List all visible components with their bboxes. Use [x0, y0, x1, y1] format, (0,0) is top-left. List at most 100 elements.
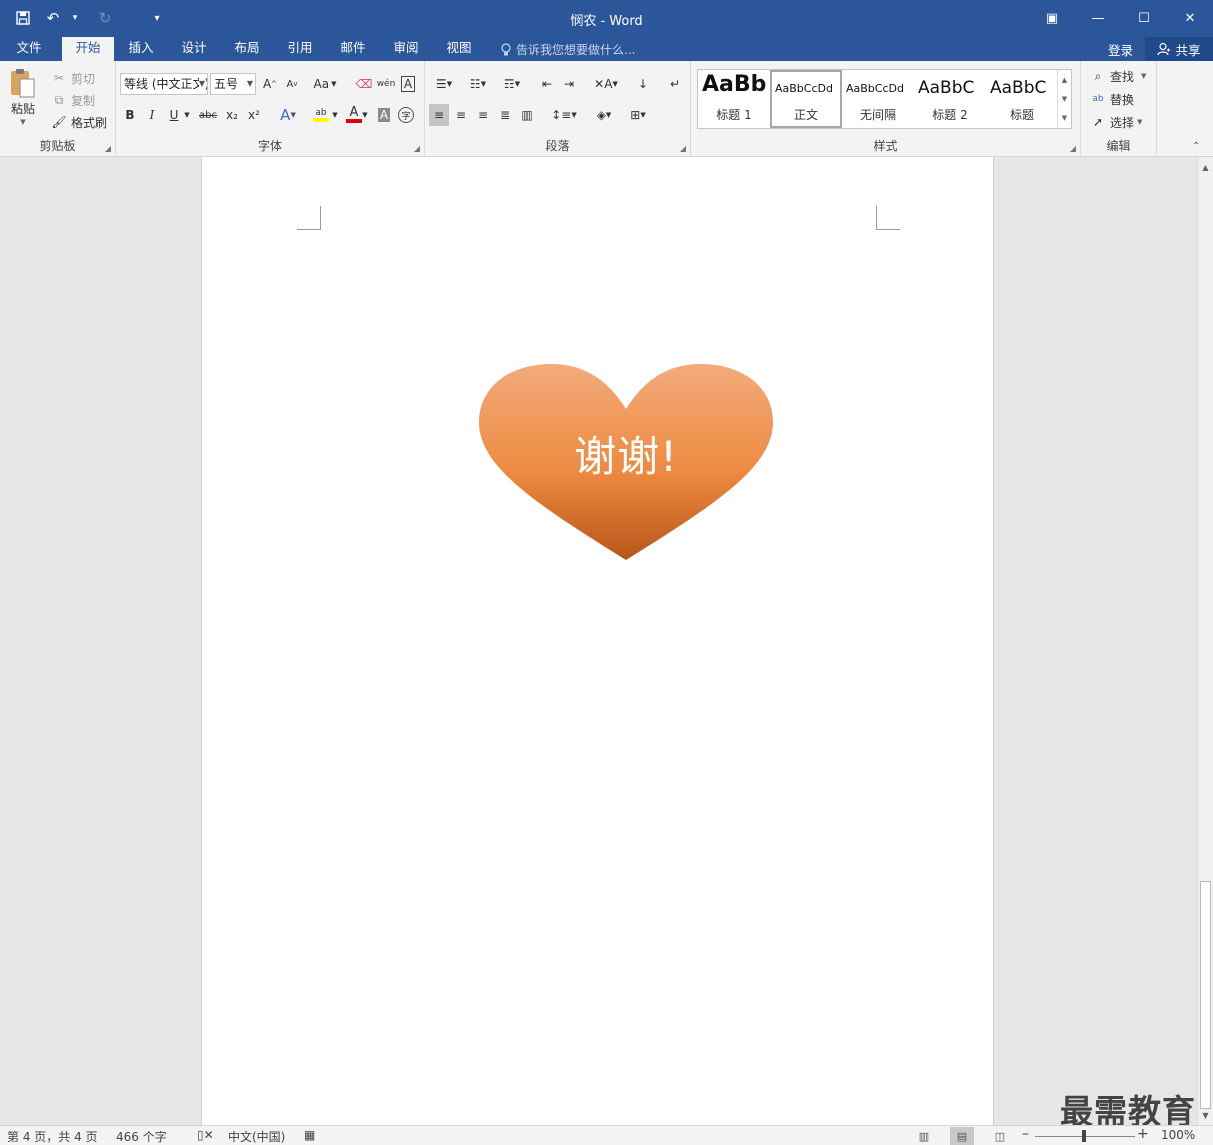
- word-count[interactable]: 466 个字: [116, 1128, 167, 1145]
- tab-review[interactable]: 审阅: [380, 37, 432, 61]
- find-button[interactable]: ⌕ 查找 ▼: [1089, 67, 1147, 85]
- tab-layout[interactable]: 布局: [221, 37, 273, 61]
- align-right-button[interactable]: ≡: [473, 104, 493, 126]
- tab-design[interactable]: 设计: [168, 37, 220, 61]
- close-button[interactable]: ✕: [1167, 0, 1213, 37]
- style-no-spacing[interactable]: AaBbCcDd 无间隔: [842, 70, 914, 128]
- select-button[interactable]: ➚ 选择 ▼: [1089, 113, 1142, 131]
- line-spacing-button[interactable]: ↕≡ ▼: [549, 104, 579, 126]
- scroll-up-arrow[interactable]: ▲: [1198, 159, 1213, 175]
- show-marks-button[interactable]: ↵: [665, 73, 685, 95]
- distributed-button[interactable]: ▥: [517, 104, 537, 126]
- font-color-menu-button[interactable]: ▼: [360, 104, 370, 126]
- zoom-out-button[interactable]: –: [1022, 1126, 1029, 1142]
- replace-button[interactable]: ab 替换: [1089, 90, 1134, 108]
- clear-formatting-button[interactable]: ⌫: [354, 73, 374, 95]
- tell-me-box[interactable]: 告诉我您想要做什么...: [500, 41, 635, 58]
- underline-button[interactable]: U: [164, 104, 184, 126]
- strikethrough-button[interactable]: abc: [196, 104, 220, 126]
- align-right-icon: ≡: [477, 108, 489, 122]
- grow-font-icon: A: [262, 77, 272, 91]
- bullets-button[interactable]: ☰ ▼: [429, 73, 459, 95]
- italic-button[interactable]: I: [142, 104, 162, 126]
- web-layout-button[interactable]: ◫: [988, 1127, 1012, 1145]
- increase-indent-button[interactable]: ⇥: [559, 73, 579, 95]
- dialog-launcher-icon[interactable]: ◢: [680, 144, 686, 153]
- decrease-indent-button[interactable]: ⇤: [537, 73, 557, 95]
- tab-view[interactable]: 视图: [433, 37, 485, 61]
- login-link[interactable]: 登录: [1108, 40, 1133, 59]
- text-effects-button[interactable]: A ▼: [274, 104, 302, 126]
- copy-button[interactable]: ⧉ 复制: [50, 91, 95, 109]
- print-layout-button[interactable]: ▤: [950, 1127, 974, 1145]
- paste-button[interactable]: 粘贴 ▼: [8, 67, 38, 126]
- shrink-font-button[interactable]: Av: [282, 73, 302, 95]
- zoom-in-button[interactable]: +: [1137, 1126, 1149, 1142]
- scroll-down-arrow[interactable]: ▼: [1198, 1107, 1213, 1123]
- grow-font-button[interactable]: A ^: [260, 73, 280, 95]
- language-status[interactable]: 中文(中国): [228, 1128, 285, 1145]
- align-center-button[interactable]: ≡: [451, 104, 471, 126]
- dialog-launcher-icon[interactable]: ◢: [1070, 144, 1076, 153]
- style-title[interactable]: AaBbC 标题: [986, 70, 1058, 128]
- proofing-icon[interactable]: ▯✕: [197, 1128, 214, 1142]
- sort-button[interactable]: ↓: [633, 73, 653, 95]
- subscript-button[interactable]: x₂: [222, 104, 242, 126]
- superscript-button[interactable]: x²: [244, 104, 264, 126]
- tab-references[interactable]: 引用: [274, 37, 326, 61]
- distributed-icon: ▥: [521, 108, 533, 122]
- read-mode-button[interactable]: ▥: [912, 1127, 936, 1145]
- minimize-button[interactable]: —: [1075, 0, 1121, 37]
- gallery-more-icon[interactable]: ▼: [1062, 114, 1067, 122]
- numbering-button[interactable]: ☷ ▼: [463, 73, 493, 95]
- page-count[interactable]: 第 4 页，共 4 页: [7, 1128, 98, 1145]
- highlight-menu-button[interactable]: ▼: [330, 104, 340, 126]
- paragraph-group-label: 段落: [545, 139, 570, 153]
- zoom-level[interactable]: 100%: [1161, 1128, 1195, 1142]
- char-border-button[interactable]: A: [398, 73, 418, 95]
- gallery-scroll[interactable]: ▲ ▼ ▼: [1057, 70, 1071, 128]
- scrollbar-thumb[interactable]: [1200, 881, 1211, 1109]
- tell-me-text: 告诉我您想要做什么...: [516, 43, 636, 57]
- multilevel-list-button[interactable]: ☶ ▼: [497, 73, 527, 95]
- phonetic-guide-button[interactable]: wén: [376, 73, 396, 95]
- share-button[interactable]: 共享: [1145, 37, 1213, 61]
- format-painter-button[interactable]: 🖌 格式刷: [50, 113, 107, 131]
- font-name-combo[interactable]: 等线 (中文正文) ▼: [120, 73, 208, 95]
- chevron-up-icon[interactable]: ▲: [1062, 76, 1067, 84]
- document-page[interactable]: 谢谢!: [201, 157, 994, 1125]
- justify-button[interactable]: ≣: [495, 104, 515, 126]
- bold-button[interactable]: B: [120, 104, 140, 126]
- chevron-down-icon[interactable]: ▼: [1062, 95, 1067, 103]
- collapse-ribbon-button[interactable]: ⌃: [1192, 141, 1200, 152]
- tab-insert[interactable]: 插入: [115, 37, 167, 61]
- font-size-combo[interactable]: 五号 ▼: [210, 73, 256, 95]
- chinese-layout-button[interactable]: ✕A ▼: [591, 73, 621, 95]
- style-heading-2[interactable]: AaBbC 标题 2: [914, 70, 986, 128]
- maximize-button[interactable]: ☐: [1121, 0, 1167, 37]
- tab-mailings[interactable]: 邮件: [327, 37, 379, 61]
- vertical-scrollbar[interactable]: ▲ ▼: [1197, 157, 1213, 1125]
- ribbon-display-icon: ▣: [1045, 11, 1059, 26]
- select-label: 选择: [1110, 115, 1135, 130]
- minimize-icon: —: [1091, 11, 1105, 26]
- underline-menu-button[interactable]: ▼: [182, 104, 192, 126]
- borders-button[interactable]: ⊞ ▼: [623, 104, 653, 126]
- cut-button[interactable]: ✂ 剪切: [50, 69, 95, 87]
- text-effects-icon: A: [280, 106, 291, 124]
- shading-button[interactable]: ◈ ▼: [589, 104, 619, 126]
- tab-home[interactable]: 开始: [62, 37, 114, 61]
- style-normal[interactable]: AaBbCcDd 正文: [770, 70, 842, 128]
- char-shading-button[interactable]: A: [374, 104, 394, 126]
- dialog-launcher-icon[interactable]: ◢: [105, 144, 111, 153]
- dialog-launcher-icon[interactable]: ◢: [414, 144, 420, 153]
- enclose-char-button[interactable]: 字: [396, 104, 416, 126]
- tab-file[interactable]: 文件: [2, 37, 56, 61]
- change-case-button[interactable]: Aa ▼: [310, 73, 340, 95]
- align-left-button[interactable]: ≡: [429, 104, 449, 126]
- macro-recording-icon[interactable]: ▦: [304, 1128, 315, 1142]
- cut-label: 剪切: [71, 71, 96, 86]
- zoom-slider-thumb[interactable]: [1082, 1130, 1086, 1142]
- style-heading-1[interactable]: AaBb 标题 1: [698, 70, 770, 128]
- ribbon-display-options-button[interactable]: ▣: [1029, 0, 1075, 37]
